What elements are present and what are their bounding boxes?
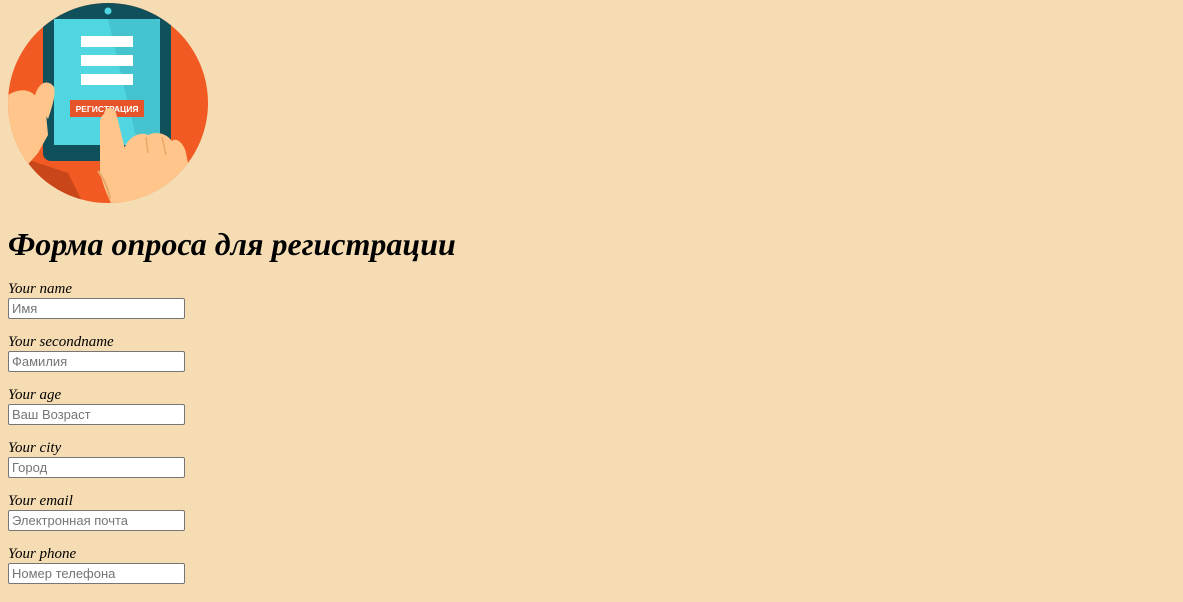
name-input[interactable] (8, 298, 185, 319)
city-field-group: Your city (8, 440, 408, 493)
age-field-group: Your age (8, 387, 408, 440)
name-label: Your name (8, 281, 73, 297)
email-field-group: Your email (8, 493, 408, 546)
page-title: Форма опроса для регистрации (8, 226, 456, 262)
secondname-label: Your secondname (8, 334, 114, 350)
age-input[interactable] (8, 404, 185, 425)
phone-label: Your phone (8, 546, 77, 562)
email-label: Your email (8, 493, 73, 509)
age-label: Your age (8, 387, 62, 403)
secondname-input[interactable] (8, 351, 185, 372)
secondname-field-group: Your secondname (8, 334, 408, 387)
name-field-group: Your name (8, 281, 408, 334)
phone-input[interactable] (8, 563, 185, 584)
phone-field-group: Your phone (8, 546, 408, 599)
city-label: Your city (8, 440, 62, 456)
email-input[interactable] (8, 510, 185, 531)
registration-logo-image: РЕГИСТРАЦИЯ (8, 3, 208, 203)
city-input[interactable] (8, 457, 185, 478)
registration-survey-form: Your name Your secondname Your age Your … (8, 281, 408, 599)
